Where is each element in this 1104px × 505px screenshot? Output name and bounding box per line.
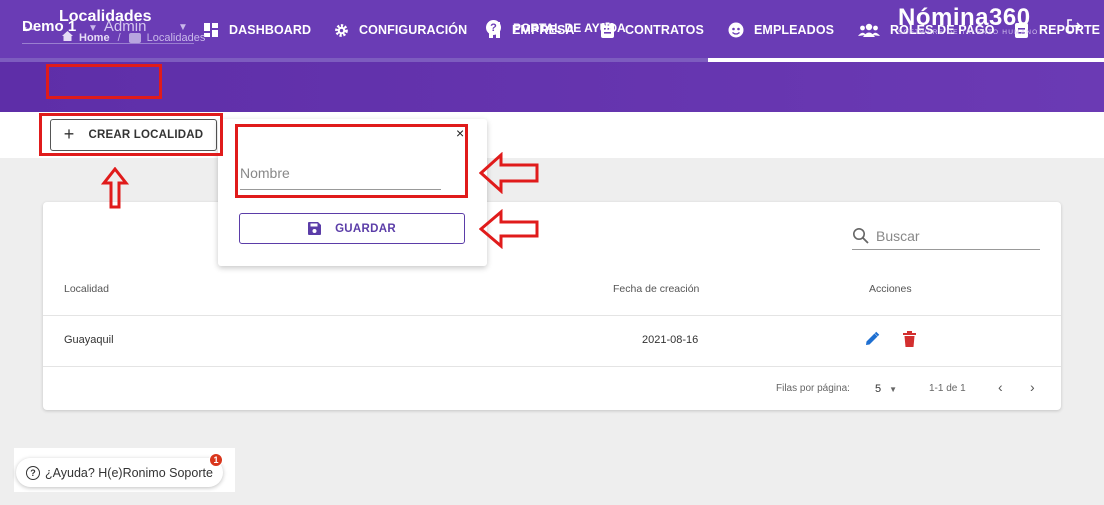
rows-per-page-select[interactable]: 5 ▼ bbox=[875, 383, 897, 395]
nav-label: CONFIGURACIÓN bbox=[359, 23, 468, 37]
annotation-box-title bbox=[46, 64, 162, 99]
page-header-bar bbox=[0, 62, 1104, 112]
help-portal-link[interactable]: ? PORTAL DE AYUDA bbox=[486, 20, 626, 35]
support-label: ¿Ayuda? H(e)Ronimo Soporte bbox=[45, 465, 213, 480]
previous-page-icon[interactable]: ‹ bbox=[998, 379, 1003, 395]
help-portal-label: PORTAL DE AYUDA bbox=[513, 20, 626, 35]
floppy-disk-icon bbox=[308, 222, 322, 235]
nav-label: DASHBOARD bbox=[229, 23, 312, 37]
breadcrumb-home[interactable]: Home bbox=[79, 32, 110, 44]
people-icon bbox=[857, 22, 881, 38]
nav-empleados[interactable]: EMPLEADOS bbox=[727, 22, 834, 38]
column-header-fecha[interactable]: Fecha de creación bbox=[613, 283, 699, 295]
delete-trash-icon[interactable] bbox=[903, 331, 916, 352]
notification-badge: 1 bbox=[209, 453, 223, 467]
annotation-box-create bbox=[39, 113, 223, 156]
location-icon bbox=[128, 32, 141, 43]
annotation-arrow-left bbox=[479, 209, 539, 249]
annotation-arrow-left bbox=[479, 152, 539, 194]
header-divider bbox=[43, 315, 1061, 316]
column-header-acciones: Acciones bbox=[869, 283, 912, 295]
page-title: Localidades bbox=[59, 8, 152, 25]
face-icon bbox=[727, 22, 745, 38]
breadcrumb-current: Localidades bbox=[146, 31, 206, 44]
annotation-arrow-up bbox=[101, 167, 129, 209]
help-circle-icon: ? bbox=[486, 20, 501, 35]
brand-logo: Nómina360 SOFTWARE DE TALENTO HUMANO bbox=[898, 4, 1038, 36]
logo-tagline: SOFTWARE DE TALENTO HUMANO bbox=[898, 29, 1039, 36]
column-header-localidad[interactable]: Localidad bbox=[64, 283, 109, 295]
save-label: GUARDAR bbox=[335, 222, 396, 235]
support-chat-button[interactable]: ? ¿Ayuda? H(e)Ronimo Soporte bbox=[16, 458, 223, 487]
home-icon[interactable] bbox=[62, 31, 73, 44]
row-divider bbox=[43, 366, 1061, 367]
save-button[interactable]: GUARDAR bbox=[239, 213, 465, 244]
search-input[interactable]: Buscar bbox=[852, 222, 1040, 250]
cell-fecha: 2021-08-16 bbox=[642, 334, 699, 346]
nav-dashboard[interactable]: DASHBOARD bbox=[202, 22, 311, 38]
breadcrumb: Home / Localidades bbox=[62, 31, 205, 44]
nav-configuracion[interactable]: CONFIGURACIÓN bbox=[332, 22, 467, 38]
logo-name: Nómina360 bbox=[898, 4, 1031, 31]
nav-label: EMPLEADOS bbox=[754, 23, 835, 37]
annotation-box-name bbox=[235, 124, 468, 198]
breadcrumb-separator: / bbox=[117, 31, 121, 44]
caret-down-icon: ▼ bbox=[889, 385, 898, 394]
search-icon bbox=[853, 227, 869, 244]
rows-per-page-value: 5 bbox=[875, 383, 882, 395]
nav-label: CONTRATOS bbox=[625, 23, 704, 37]
edit-pencil-icon[interactable] bbox=[864, 331, 880, 352]
gear-icon bbox=[332, 22, 350, 38]
back-arrow-icon[interactable]: ← bbox=[20, 16, 38, 37]
cell-localidad: Guayaquil bbox=[64, 334, 114, 346]
question-icon: ? bbox=[26, 465, 40, 480]
rows-per-page-label: Filas por página: bbox=[776, 383, 850, 394]
next-page-icon[interactable]: › bbox=[1030, 379, 1035, 395]
search-placeholder: Buscar bbox=[876, 227, 920, 244]
logout-icon[interactable] bbox=[1066, 18, 1082, 39]
pagination-range: 1-1 de 1 bbox=[929, 383, 966, 394]
